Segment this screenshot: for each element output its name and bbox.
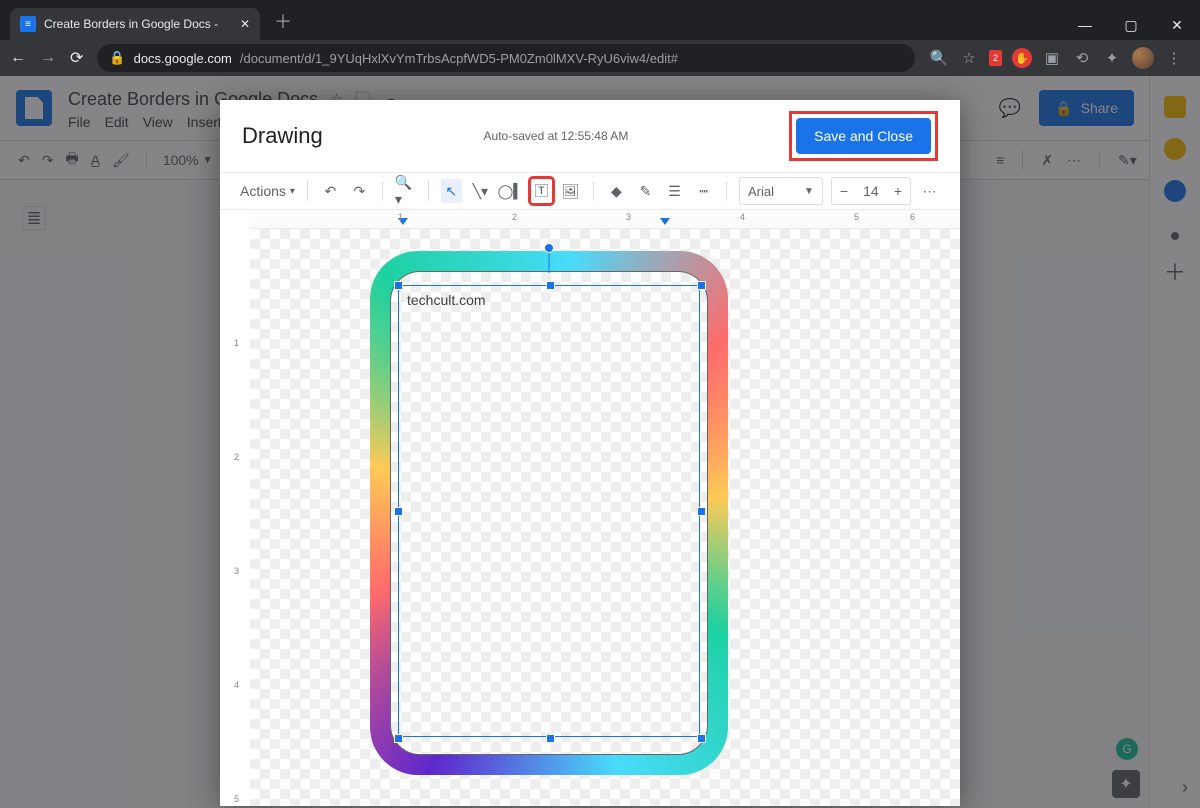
select-tool-icon[interactable]: ↖ [441, 179, 462, 203]
shape-tool-icon[interactable]: ◯▍ [499, 179, 523, 203]
drawing-toolbar: Actions▾ ↶ ↷ 🔍▾ ↖ ╲▾ ◯▍ 🅃 🖼 ◆ ✎ ☰ ┉ Aria… [220, 173, 960, 210]
todoist-extension[interactable]: 2 [989, 50, 1002, 66]
drawing-canvas[interactable]: techcult.com [250, 229, 960, 806]
textbox-text: techcult.com [407, 292, 486, 308]
tab-title: Create Borders in Google Docs - [44, 17, 218, 31]
resize-handle-sw[interactable] [394, 734, 403, 743]
resize-handle-nw[interactable] [394, 281, 403, 290]
border-color-icon[interactable]: ✎ [635, 179, 656, 203]
omnibox[interactable]: 🔒 docs.google.com/document/d/1_9YUqHxlXv… [97, 44, 915, 72]
more-options-icon[interactable]: ⋯ [919, 179, 940, 203]
back-button[interactable]: ← [10, 49, 26, 67]
dialog-title: Drawing [242, 123, 323, 149]
lock-icon: 🔒 [109, 50, 125, 66]
google-docs-app: Create Borders in Google Docs ☆ 🗀 ☁ File… [0, 76, 1200, 808]
bookmark-icon[interactable]: ☆ [959, 48, 979, 68]
browser-titlebar: ≡ Create Borders in Google Docs - ✕ ＋ — … [0, 0, 1200, 40]
undo-icon[interactable]: ↶ [320, 179, 341, 203]
border-weight-icon[interactable]: ☰ [664, 179, 685, 203]
resize-handle-s[interactable] [546, 734, 555, 743]
address-bar: ← → ⟳ 🔒 docs.google.com/document/d/1_9YU… [0, 40, 1200, 76]
extension-row: 🔍 ☆ 2 ✋ ▣ ⟲ ✦ ⋮ [929, 47, 1190, 69]
url-host: docs.google.com [134, 51, 232, 66]
url-path: /document/d/1_9YUqHxlXvYmTrbsAcpfWD5-PM0… [240, 51, 678, 66]
browser-tab[interactable]: ≡ Create Borders in Google Docs - ✕ [10, 8, 260, 40]
resize-handle-n[interactable] [546, 281, 555, 290]
viewport: Create Borders in Google Docs ☆ 🗀 ☁ File… [0, 76, 1200, 808]
increase-size-button[interactable]: + [886, 183, 910, 199]
close-window-button[interactable]: ✕ [1154, 10, 1200, 40]
save-close-highlight: Save and Close [789, 111, 938, 161]
maximize-button[interactable]: ▢ [1108, 10, 1154, 40]
adblock-extension[interactable]: ✋ [1012, 48, 1032, 68]
extensions-icon[interactable]: ✦ [1102, 48, 1122, 68]
textbox-shape[interactable]: techcult.com [398, 285, 700, 737]
tab-close-icon[interactable]: ✕ [240, 17, 250, 31]
rotation-handle[interactable] [544, 243, 554, 253]
zoom-icon[interactable]: 🔍 [929, 48, 949, 68]
save-and-close-button[interactable]: Save and Close [796, 118, 931, 154]
font-size-value[interactable]: 14 [856, 183, 886, 199]
border-dash-icon[interactable]: ┉ [693, 179, 714, 203]
new-tab-button[interactable]: ＋ [274, 8, 292, 34]
font-size-stepper: − 14 + [831, 177, 911, 205]
resize-handle-e[interactable] [697, 507, 706, 516]
indent-marker-right[interactable] [660, 218, 670, 225]
docs-favicon: ≡ [20, 16, 36, 32]
profile-avatar[interactable] [1132, 47, 1154, 69]
fill-color-icon[interactable]: ◆ [606, 179, 627, 203]
browser-menu-icon[interactable]: ⋮ [1164, 48, 1184, 68]
minimize-button[interactable]: — [1062, 10, 1108, 40]
resize-handle-ne[interactable] [697, 281, 706, 290]
image-tool-icon[interactable]: 🖼 [560, 179, 581, 203]
line-tool-icon[interactable]: ╲▾ [470, 179, 491, 203]
pip-extension[interactable]: ▣ [1042, 48, 1062, 68]
resize-handle-w[interactable] [394, 507, 403, 516]
rotation-line [549, 251, 550, 273]
drawing-dialog: Drawing Auto-saved at 12:55:48 AM Save a… [220, 100, 960, 806]
redo-icon[interactable]: ↷ [349, 179, 370, 203]
resize-handle-se[interactable] [697, 734, 706, 743]
font-dropdown[interactable]: Arial▼ [739, 177, 823, 205]
forward-button[interactable]: → [40, 49, 56, 67]
zoom-icon[interactable]: 🔍▾ [395, 179, 416, 203]
vertical-ruler[interactable]: 1 2 3 4 5 [228, 228, 250, 806]
dialog-header: Drawing Auto-saved at 12:55:48 AM Save a… [220, 100, 960, 173]
autosave-status: Auto-saved at 12:55:48 AM [343, 129, 769, 143]
window-controls: — ▢ ✕ [1062, 10, 1200, 40]
horizontal-ruler[interactable]: 1 2 3 4 5 6 [250, 210, 960, 229]
textbox-tool-icon[interactable]: 🅃 [531, 179, 552, 203]
unknown-extension[interactable]: ⟲ [1072, 48, 1092, 68]
actions-menu[interactable]: Actions▾ [240, 183, 295, 199]
decrease-size-button[interactable]: − [832, 183, 856, 199]
reload-button[interactable]: ⟳ [70, 48, 83, 68]
